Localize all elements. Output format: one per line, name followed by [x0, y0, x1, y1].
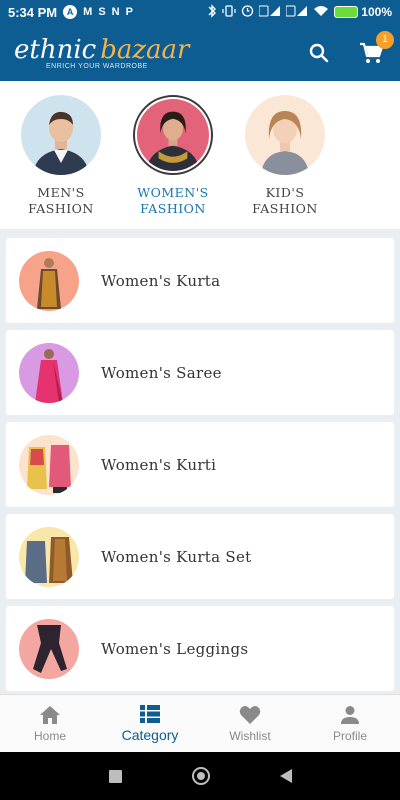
category-label: Women's Leggings — [101, 639, 249, 658]
category-thumbnail — [19, 342, 79, 403]
women-avatar — [133, 95, 213, 175]
category-label: Women's Saree — [101, 363, 222, 382]
bottom-nav: Home Category Wishlist Profile — [0, 694, 400, 752]
nav-category[interactable]: Category — [100, 695, 200, 752]
back-icon[interactable] — [279, 769, 292, 783]
category-item-womens-saree[interactable]: Women's Saree — [6, 330, 394, 415]
nav-profile[interactable]: Profile — [300, 695, 400, 752]
gender-category-women[interactable]: WOMEN'S FASHION — [132, 95, 214, 229]
logo-text-ethnic: ethnic — [14, 35, 97, 65]
status-notification-icon: A — [63, 5, 78, 19]
nav-label-profile: Profile — [332, 728, 367, 743]
signal-icon — [258, 5, 281, 20]
battery-percent: 100% — [361, 5, 392, 19]
category-thumbnail — [19, 250, 79, 311]
status-bar: 5:34 PM A M S N P 100% — [0, 0, 400, 24]
gender-label-men: MEN'S FASHION — [28, 185, 94, 216]
battery-icon — [334, 6, 359, 18]
category-label: Women's Kurta — [101, 271, 221, 290]
nav-label-wishlist: Wishlist — [229, 728, 271, 743]
category-list: Women's Kurta Women's Saree Women's Kurt… — [6, 238, 394, 698]
category-thumbnail — [19, 526, 79, 587]
recent-apps-icon[interactable] — [108, 769, 122, 783]
status-notification-icon: S — [98, 6, 106, 18]
person-icon — [341, 705, 359, 724]
nav-wishlist[interactable]: Wishlist — [200, 695, 300, 752]
gender-label-women: WOMEN'S FASHION — [137, 185, 209, 216]
heart-icon — [239, 705, 261, 724]
cart-button[interactable]: 1 — [356, 30, 394, 67]
signal-icon — [285, 5, 308, 20]
search-button[interactable] — [306, 40, 332, 66]
system-nav-bar — [0, 752, 400, 800]
wifi-icon — [313, 5, 329, 20]
bluetooth-icon — [207, 3, 217, 21]
nav-label-category: Category — [121, 726, 179, 743]
category-item-womens-kurti[interactable]: Women's Kurti — [6, 422, 394, 507]
status-notification-icon: P — [125, 6, 133, 18]
cart-count-badge: 1 — [376, 30, 394, 49]
app-bar: ethnic bazaar ENRICH YOUR WARDROBE 1 — [0, 24, 400, 81]
status-notification-icon: N — [111, 6, 120, 18]
home-icon — [40, 705, 60, 724]
category-label: Women's Kurti — [101, 455, 217, 474]
logo-tagline: ENRICH YOUR WARDROBE — [46, 63, 148, 70]
nav-label-home: Home — [33, 728, 66, 743]
category-label: Women's Kurta Set — [101, 547, 252, 566]
alarm-icon — [241, 4, 254, 20]
vibrate-icon — [222, 4, 236, 20]
gender-category-men[interactable]: MEN'S FASHION — [20, 95, 102, 229]
nav-home[interactable]: Home — [0, 695, 100, 752]
gender-label-kids: KID'S FASHION — [252, 185, 318, 216]
category-item-womens-kurta-set[interactable]: Women's Kurta Set — [6, 514, 394, 599]
category-thumbnail — [19, 618, 79, 679]
men-avatar — [21, 95, 101, 175]
gender-category-kids[interactable]: KID'S FASHION — [244, 95, 326, 229]
app-logo[interactable]: ethnic bazaar ENRICH YOUR WARDROBE — [14, 35, 189, 70]
kids-avatar — [245, 95, 325, 175]
home-button-icon[interactable] — [191, 767, 210, 785]
status-time: 5:34 PM — [8, 4, 58, 20]
category-thumbnail — [19, 434, 79, 495]
category-item-womens-leggings[interactable]: Women's Leggings — [6, 606, 394, 691]
category-item-womens-kurta[interactable]: Women's Kurta — [6, 238, 394, 323]
status-notification-icon: M — [83, 6, 93, 18]
gender-category-row: MEN'S FASHION WOMEN'S FASHION KID'S FASH… — [0, 81, 400, 229]
category-icon — [140, 704, 160, 723]
logo-text-bazaar: bazaar — [100, 35, 190, 65]
search-icon — [309, 43, 329, 62]
